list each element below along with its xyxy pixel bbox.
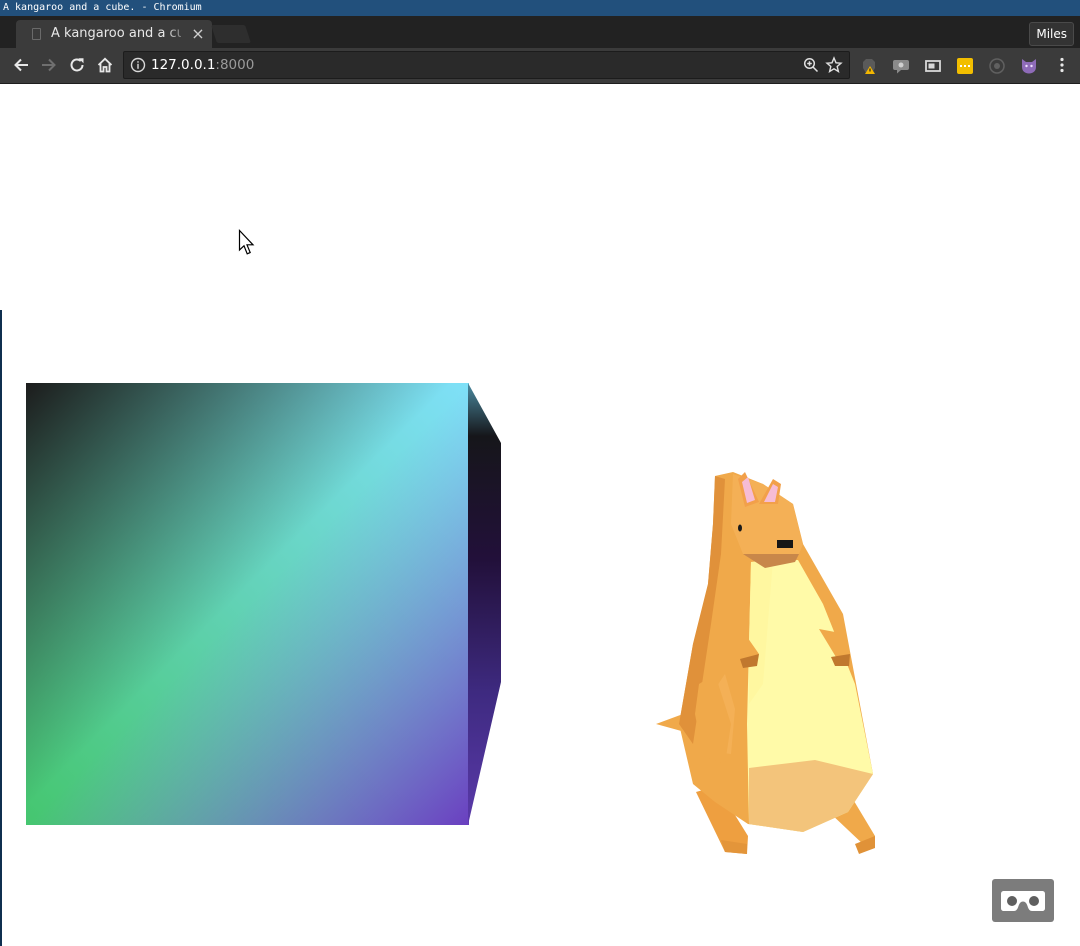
arrow-left-icon [14,58,28,72]
url-text[interactable]: 127.0.0.1:8000 [151,52,254,78]
address-bar[interactable]: 127.0.0.1:8000 [123,51,850,79]
tab-title: A kangaroo and a cu [51,26,181,41]
tab-active[interactable]: A kangaroo and a cu × [16,20,212,48]
browser-menu-button[interactable] [1049,53,1075,77]
tab-strip: A kangaroo and a cu × Miles [0,16,1080,48]
extension-circle-icon[interactable] [988,57,1006,75]
page-favicon-icon [32,28,41,40]
window-title: A kangaroo and a cube. - Chromium [3,2,202,13]
home-button[interactable] [92,53,118,77]
home-icon [97,57,113,73]
extension-cat-icon[interactable] [1020,57,1038,75]
webgl-scene[interactable] [3,84,1080,946]
window-titlebar: A kangaroo and a cube. - Chromium [0,0,1080,16]
back-button[interactable] [8,53,34,77]
reload-button[interactable] [64,53,90,77]
cube-side-face [468,383,501,825]
url-host: 127.0.0.1 [151,57,216,73]
more-vertical-icon [1060,57,1064,73]
bookmark-star-icon[interactable] [825,56,843,74]
tab-close-icon[interactable]: × [190,23,206,45]
extension-yellow-icon[interactable] [956,57,974,75]
arrow-right-icon [42,58,56,72]
forward-button[interactable] [36,53,62,77]
gradient-cube[interactable] [26,383,501,825]
profile-button[interactable]: Miles [1029,22,1074,46]
extension-chat-icon[interactable] [892,57,910,75]
reload-icon [70,58,84,72]
site-info-icon[interactable] [130,57,146,73]
browser-toolbar: 127.0.0.1:8000 [0,48,1080,84]
new-tab-button[interactable] [211,25,251,43]
vr-headset-icon [1001,890,1045,911]
low-poly-kangaroo[interactable] [656,472,875,854]
extension-warning-icon[interactable] [861,57,879,75]
enter-vr-button[interactable] [992,879,1054,922]
url-port: :8000 [215,57,255,73]
zoom-icon[interactable] [803,57,819,73]
cube-front-face-tint [26,383,469,825]
page-viewport[interactable] [3,84,1080,946]
extension-cast-icon[interactable] [924,57,942,75]
mouse-cursor-icon [238,229,255,255]
